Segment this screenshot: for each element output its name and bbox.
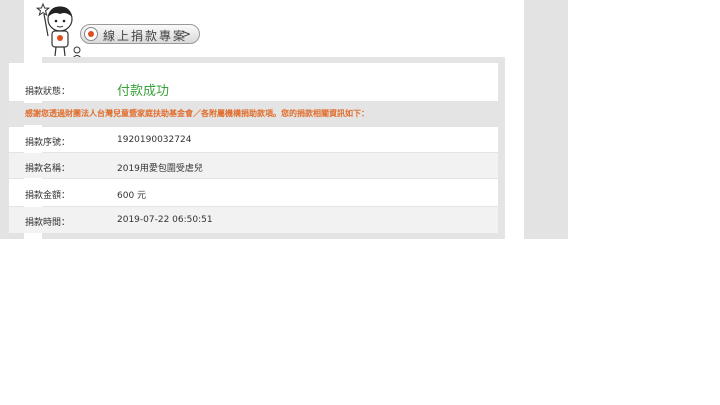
donation-name-label: 捐款名稱：: [25, 164, 71, 174]
record-dot-icon: [84, 27, 98, 41]
thank-you-notice: 感謝您透過財團法人台灣兒童暨家庭扶助基金會／各附屬機構捐助款項。您的捐款相關資訊…: [25, 109, 369, 118]
donation-name-value: 2019用愛包圍受虐兒: [117, 164, 203, 174]
time-value: 2019-07-22 06:50:51: [117, 215, 213, 225]
status-label: 捐款狀態：: [25, 87, 71, 97]
status-row: 捐款狀態： 付款成功: [9, 63, 498, 101]
time-row: 捐款時間： 2019-07-22 06:50:51: [9, 207, 498, 233]
amount-row: 捐款金額： 600 元: [9, 179, 498, 206]
status-value: 付款成功: [117, 84, 170, 99]
time-label: 捐款時間：: [25, 218, 71, 228]
amount-value: 600 元: [117, 191, 147, 201]
online-donation-project-link[interactable]: 線上捐款專案 >: [80, 24, 200, 44]
serial-row: 捐款序號： 1920190032724: [9, 127, 498, 152]
notice-row: 感謝您透過財團法人台灣兒童暨家庭扶助基金會／各附屬機構捐助款項。您的捐款相關資訊…: [9, 103, 498, 125]
donation-name-row: 捐款名稱： 2019用愛包圍受虐兒: [9, 153, 498, 178]
title-label: 線上捐款專案: [103, 29, 188, 43]
serial-value: 1920190032724: [117, 135, 192, 145]
right-gutter: [524, 0, 568, 239]
serial-label: 捐款序號：: [25, 138, 71, 148]
chevron-right-icon: >: [180, 27, 191, 41]
amount-label: 捐款金額：: [25, 191, 71, 201]
mascot-child-star-icon: [36, 2, 82, 59]
